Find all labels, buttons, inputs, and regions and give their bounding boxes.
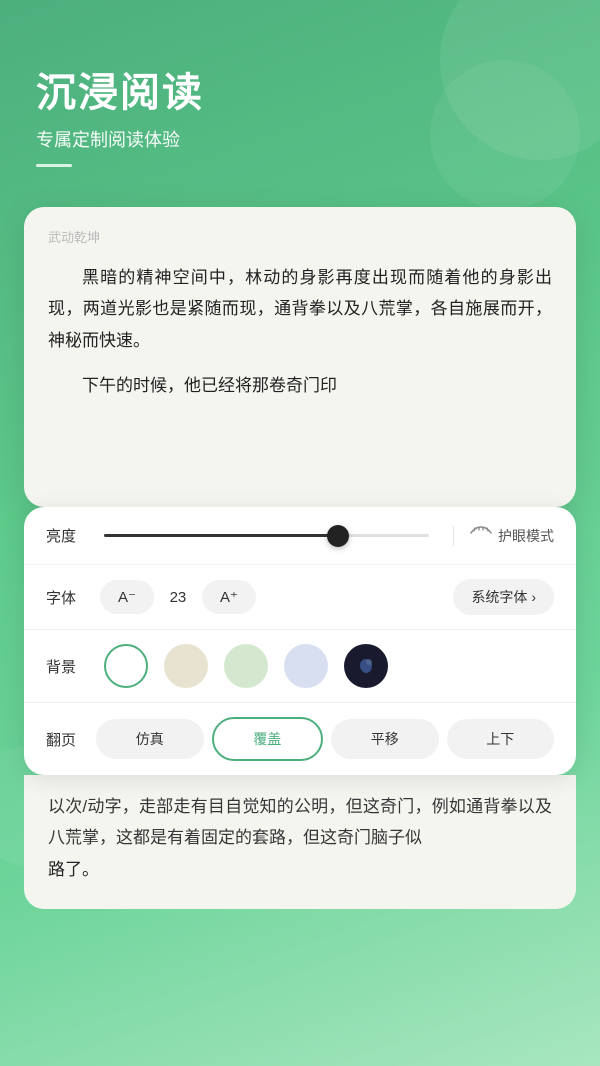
- font-size-value: 23: [166, 589, 190, 606]
- page-subtitle: 专属定制阅读体验: [36, 126, 564, 152]
- pageturn-cover-button[interactable]: 覆盖: [212, 717, 324, 761]
- font-label: 字体: [46, 587, 88, 608]
- brightness-label: 亮度: [46, 525, 88, 546]
- slider-track: [104, 534, 429, 537]
- background-row: 背景: [24, 630, 576, 703]
- book-paragraph-2: 下午的时候，他已经将那卷奇门印: [48, 370, 552, 401]
- bottom-content: 以次/动字，走部走有目自觉知的公明，但这奇门，例如通背拳以及八荒掌，这都是有着固…: [24, 775, 576, 909]
- header-decoration: [36, 164, 72, 167]
- brightness-slider-wrap: [104, 534, 429, 537]
- eye-mode-label: 护眼模式: [498, 526, 554, 546]
- font-family-button[interactable]: 系统字体 ›: [453, 579, 554, 615]
- bottom-paragraph-2: 路了。: [48, 854, 552, 885]
- font-row: 字体 A⁻ 23 A⁺ 系统字体 ›: [24, 565, 576, 630]
- bg-color-green[interactable]: [224, 644, 268, 688]
- pageturn-row: 翻页 仿真 覆盖 平移 上下: [24, 703, 576, 775]
- slider-thumb[interactable]: [327, 525, 349, 547]
- font-increase-button[interactable]: A⁺: [202, 580, 256, 614]
- bg-label: 背景: [46, 656, 88, 677]
- font-decrease-button[interactable]: A⁻: [100, 580, 154, 614]
- book-content: 黑暗的精神空间中，林动的身影再度出现而随着他的身影出现，两道光影也是紧随而现，通…: [48, 262, 552, 402]
- settings-panel: 亮度 护眼模式 字体 A⁻ 23 A⁺: [24, 507, 576, 775]
- bg-color-white[interactable]: [104, 644, 148, 688]
- bottom-paragraph: 以次/动字，走部走有目自觉知的公明，但这奇门，例如通背拳以及八荒掌，这都是有着固…: [48, 791, 552, 854]
- bg-color-dark[interactable]: [344, 644, 388, 688]
- bg-color-blue[interactable]: [284, 644, 328, 688]
- reader-card: 武动乾坤 黑暗的精神空间中，林动的身影再度出现而随着他的身影出现，两道光影也是紧…: [24, 207, 576, 507]
- eye-mode-toggle[interactable]: 护眼模式: [453, 526, 554, 546]
- brightness-row: 亮度 护眼模式: [24, 507, 576, 565]
- eye-icon: [470, 526, 492, 545]
- bg-color-cream[interactable]: [164, 644, 208, 688]
- book-paragraph-1: 黑暗的精神空间中，林动的身影再度出现而随着他的身影出现，两道光影也是紧随而现，通…: [48, 262, 552, 356]
- pageturn-label: 翻页: [46, 729, 88, 750]
- book-title: 武动乾坤: [48, 227, 552, 246]
- pageturn-simulate-button[interactable]: 仿真: [96, 719, 204, 759]
- pageturn-slide-button[interactable]: 平移: [331, 719, 439, 759]
- pageturn-updown-button[interactable]: 上下: [447, 719, 555, 759]
- slider-fill: [104, 534, 338, 537]
